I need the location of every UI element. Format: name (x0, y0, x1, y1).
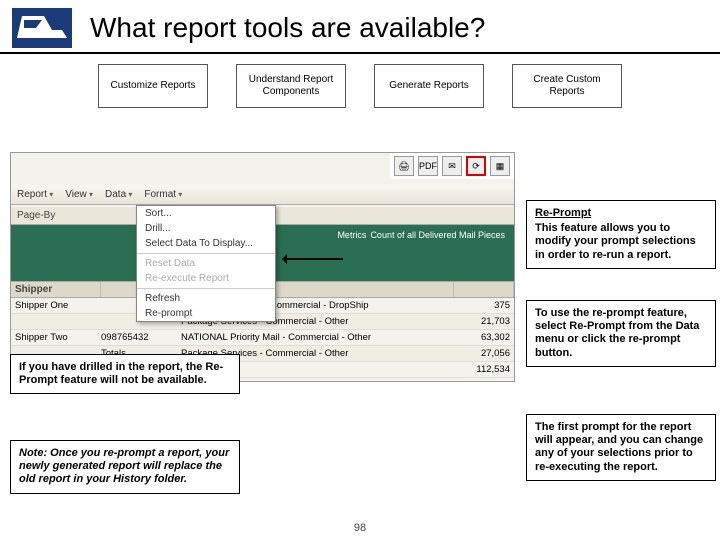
menu-data[interactable]: Data (99, 189, 138, 200)
menu-reprompt[interactable]: Re-prompt (137, 306, 275, 321)
toolbar: 🖨 PDF ✉ ⟳ ▦ (390, 153, 514, 179)
callout-first-prompt: The first prompt for the report will app… (526, 414, 716, 481)
callout-reprompt: Re-Prompt This feature allows you to mod… (526, 200, 716, 269)
callout-usage: To use the re-prompt feature, select Re-… (526, 300, 716, 367)
menu-drill[interactable]: Drill... (137, 221, 275, 236)
menu-view[interactable]: View (59, 189, 99, 200)
menu-format[interactable]: Format (138, 189, 188, 200)
table-row: Shipper Two 098765432 NATIONAL Priority … (11, 330, 514, 346)
col-count (454, 282, 514, 297)
note-label: Note: (19, 447, 47, 459)
menu-reexecute: Re-execute Report (137, 271, 275, 286)
nav-customize-reports[interactable]: Customize Reports (98, 64, 208, 108)
pdf-icon[interactable]: PDF (418, 156, 438, 176)
metrics-header: MetricsCount of all Delivered Mail Piece… (334, 229, 508, 243)
menubar: Report View Data Format (11, 185, 514, 205)
email-icon[interactable]: ✉ (442, 156, 462, 176)
page-title: What report tools are available? (90, 12, 485, 44)
menu-reset-data: Reset Data (137, 256, 275, 271)
callout-note: Note: Once you re-prompt a report, your … (10, 440, 240, 494)
other-icon[interactable]: ▦ (490, 156, 510, 176)
nav-boxes: Customize Reports Understand Report Comp… (0, 64, 720, 108)
nav-understand-components[interactable]: Understand Report Components (236, 64, 346, 108)
callout-drill-note: If you have drilled in the report, the R… (10, 354, 240, 394)
callout-title: Re-Prompt (535, 207, 707, 220)
usps-logo (12, 8, 72, 48)
arrow-annotation (283, 258, 343, 260)
col-shipper: Shipper (11, 282, 101, 297)
menu-refresh[interactable]: Refresh (137, 291, 275, 306)
callout-body: This feature allows you to modify your p… (535, 222, 696, 260)
data-dropdown: Sort... Drill... Select Data To Display.… (136, 205, 276, 322)
app-screenshot: 🖨 PDF ✉ ⟳ ▦ Report View Data Format Page… (10, 152, 515, 382)
reprompt-icon[interactable]: ⟳ (466, 156, 486, 176)
menu-sort[interactable]: Sort... (137, 206, 275, 221)
nav-create-custom[interactable]: Create Custom Reports (512, 64, 622, 108)
note-body: Once you re-prompt a report, your newly … (19, 447, 229, 485)
slide-header: What report tools are available? (0, 0, 720, 54)
print-icon[interactable]: 🖨 (394, 156, 414, 176)
menu-report[interactable]: Report (11, 189, 59, 200)
menu-select-data[interactable]: Select Data To Display... (137, 236, 275, 251)
page-number: 98 (0, 522, 720, 534)
nav-generate-reports[interactable]: Generate Reports (374, 64, 484, 108)
